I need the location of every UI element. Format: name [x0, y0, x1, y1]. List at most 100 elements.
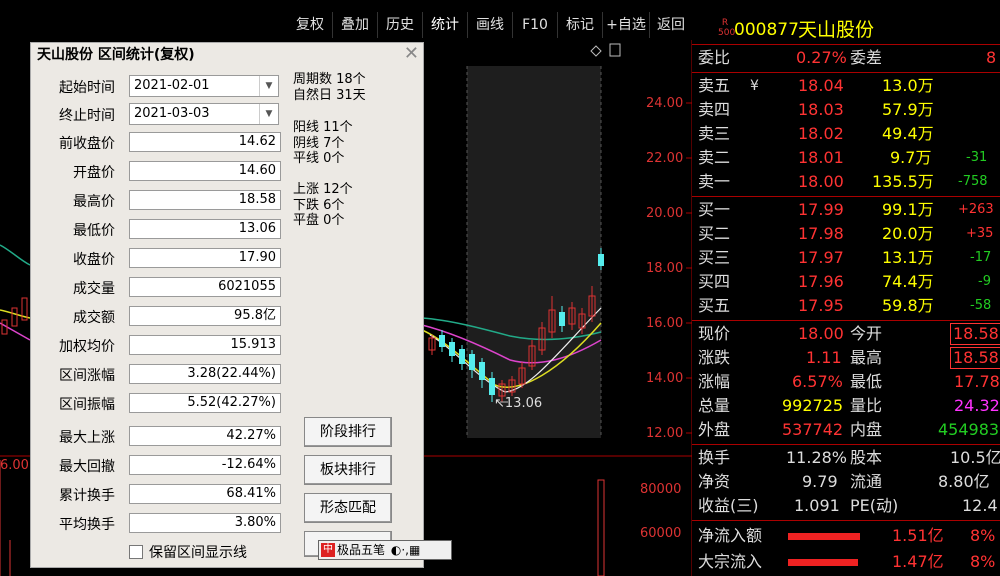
sector-ranking-button[interactable]: 板块排行 — [304, 455, 392, 485]
close-price-field: 17.90 — [129, 248, 281, 268]
stat-value: 24.32 — [954, 396, 1000, 415]
y-tick-12: 12.00 — [646, 426, 684, 441]
moon-icon[interactable]: ◐ — [391, 543, 401, 557]
keyboard-icon[interactable]: ▦ — [409, 543, 420, 557]
low-price-value: 13.06 — [504, 396, 543, 411]
start-time-value: 2021-02-01 — [134, 78, 210, 93]
stat-label: 最低 — [850, 372, 883, 391]
buy-volume: 13.1万 — [882, 248, 934, 267]
close-icon[interactable]: ✕ — [404, 45, 419, 63]
stat-label: 净资 — [698, 472, 731, 491]
stat-label: 收益(三) — [698, 496, 759, 515]
end-time-label: 终止时间 — [59, 108, 115, 124]
stat-value: 12.4 — [962, 496, 998, 515]
end-time-value: 2021-03-03 — [134, 106, 210, 121]
order-row: 买四 17.96 74.4万 -9 — [692, 270, 1000, 294]
stat-value: 6.57% — [792, 372, 843, 391]
flow-value: 1.47亿 — [892, 552, 944, 571]
flat-count-stat: 平盘 0个 — [293, 213, 345, 228]
stat-value: 992725 — [782, 396, 844, 415]
stat-label: 现价 — [698, 324, 731, 343]
toolbar-draw-button[interactable]: 画线 — [468, 12, 513, 38]
stat-label: PE(动) — [850, 496, 899, 515]
stat-value: 18.00 — [798, 324, 844, 343]
order-row: 买五 17.95 59.8万 -58 — [692, 294, 1000, 318]
flow-label: 大宗流入 — [698, 552, 763, 571]
max-drawdown-field: -12.64% — [129, 455, 281, 475]
stat-label: 量比 — [850, 396, 883, 415]
range-stats-dialog: 天山股份 区间统计(复权) ✕ 起始时间 2021-02-01 ▼ 终止时间 20… — [30, 42, 424, 568]
field-label: 累计换手 — [59, 488, 115, 504]
buy-price: 17.97 — [798, 248, 844, 267]
y-tick-14: 14.00 — [646, 371, 684, 386]
field-label: 平均换手 — [59, 517, 115, 533]
toolbar-history-button[interactable]: 历史 — [378, 12, 423, 38]
stat-value: 1.11 — [806, 348, 842, 367]
low-price-field: 13.06 — [129, 219, 281, 239]
field-label: 成交量 — [73, 281, 115, 297]
end-time-select[interactable]: 2021-03-03 ▼ — [129, 103, 279, 125]
weicha-label: 委差 — [850, 48, 883, 67]
toolbar-add-favorite-button[interactable]: +自选 — [603, 12, 650, 38]
stat-label: 换手 — [698, 448, 731, 467]
stat-value: 9.79 — [802, 472, 838, 491]
toolbar-overlay-button[interactable]: 叠加 — [333, 12, 378, 38]
flow-pct: 8% — [970, 526, 996, 545]
start-time-select[interactable]: 2021-02-01 ▼ — [129, 75, 279, 97]
sell-level-label: 卖二 — [698, 148, 731, 167]
y-tick-18: 18.00 — [646, 261, 684, 276]
yang-line-stat: 阳线 11个 — [293, 120, 353, 135]
buy-volume: 74.4万 — [882, 272, 934, 291]
toolbar-back-button[interactable]: 返回 — [650, 12, 693, 38]
sell-level-label: 卖五 — [698, 76, 731, 95]
stat-value: 1.091 — [794, 496, 840, 515]
stat-row: 现价 18.00 今开 18.58 — [692, 322, 1000, 346]
diamond-marker-icon — [590, 45, 602, 57]
pattern-match-button[interactable]: 形态匹配 — [304, 493, 392, 523]
flow-row: 大宗流入 1.47亿 8% — [692, 550, 1000, 574]
toolbar-fuquan-button[interactable]: 复权 — [288, 12, 333, 38]
flow-row: 净流入额 1.51亿 8% — [692, 524, 1000, 548]
toolbar-mark-button[interactable]: 标记 — [558, 12, 603, 38]
stat-label: 内盘 — [850, 420, 883, 439]
avg-turnover-field: 3.80% — [129, 513, 281, 533]
stock-code: 000877 — [734, 20, 799, 40]
sell-volume: 13.0万 — [882, 76, 934, 95]
sell-volume: 57.9万 — [882, 100, 934, 119]
panel-toggle-icon[interactable] — [609, 43, 621, 57]
stat-value: 18.58 — [950, 347, 1000, 369]
stage-ranking-button[interactable]: 阶段排行 — [304, 417, 392, 447]
y-tick-22: 22.00 — [646, 151, 684, 166]
field-label: 最高价 — [73, 194, 115, 210]
sell-price: 18.02 — [798, 124, 844, 143]
down-count-stat: 下跌 6个 — [293, 198, 345, 213]
keep-range-label: 保留区间显示线 — [149, 545, 247, 561]
y-tick-16: 16.00 — [646, 316, 684, 331]
buy-level-label: 买二 — [698, 224, 731, 243]
buy-level-label: 买四 — [698, 272, 731, 291]
keep-range-checkbox[interactable] — [129, 545, 143, 559]
stock-name: 天山股份 — [798, 19, 875, 41]
sell-level-label: 卖一 — [698, 172, 731, 191]
stat-value: 454983 — [938, 420, 1000, 439]
chevron-down-icon[interactable]: ▼ — [259, 76, 278, 96]
weighted-avg-field: 15.913 — [129, 335, 281, 355]
toolbar-stats-button[interactable]: 统计 — [423, 12, 468, 38]
vol-tick-60000: 60000 — [640, 526, 682, 541]
field-label: 成交额 — [73, 310, 115, 326]
y-tick-20: 20.00 — [646, 206, 684, 221]
dialog-title[interactable]: 天山股份 区间统计(复权) — [31, 43, 423, 67]
stat-label: 涨幅 — [698, 372, 731, 391]
stat-label: 总量 — [698, 396, 731, 415]
buy-price: 17.98 — [798, 224, 844, 243]
sell-volume: 135.5万 — [872, 172, 934, 191]
field-label: 区间振幅 — [59, 397, 115, 413]
order-row: 卖一 18.00 135.5万 -758 — [692, 170, 1000, 194]
buy-price: 17.95 — [798, 296, 844, 315]
selected-range-band — [467, 66, 601, 438]
ime-toolbar[interactable]: 中极品五笔 ◐·,▦ — [318, 540, 452, 560]
toolbar-f10-button[interactable]: F10 — [513, 12, 558, 38]
punctuation-icon[interactable]: ·, — [401, 543, 409, 557]
sell-volume: 49.4万 — [882, 124, 934, 143]
chevron-down-icon[interactable]: ▼ — [259, 104, 278, 124]
